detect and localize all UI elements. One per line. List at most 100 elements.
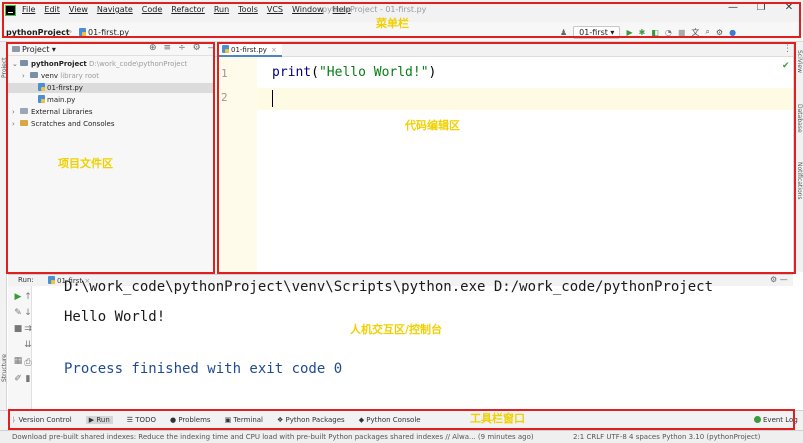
tool-tab-run[interactable]: ▶ Run (85, 416, 113, 424)
event-log-button[interactable]: Event Log (754, 416, 798, 424)
folder-icon (30, 72, 38, 78)
annotation-label-editor: 代码编辑区 (405, 119, 460, 132)
up-arrow-icon[interactable]: ↑ (22, 292, 34, 302)
collapse-all-icon[interactable]: ≡ (164, 43, 172, 53)
project-view-icon (12, 46, 20, 52)
scratches-icon (20, 120, 28, 126)
options-gear-icon[interactable]: ⚙ (193, 43, 201, 53)
console-output-line: Hello World! (64, 309, 166, 325)
trash-icon[interactable]: ▮ (22, 374, 34, 384)
menu-tools[interactable]: Tools (238, 5, 258, 14)
tool-tab-terminal[interactable]: ▣ Terminal (225, 416, 263, 424)
chevron-right-icon: › (12, 108, 15, 116)
editor-tab-01-first[interactable]: 01-first.py × (217, 42, 282, 57)
tool-tab-version-control[interactable]: ᚿ Version Control (12, 416, 72, 424)
maximize-button[interactable]: ❐ (747, 2, 775, 13)
tool-tab-python-console[interactable]: ◆ Python Console (359, 416, 421, 424)
database-tool-tab[interactable]: Database (796, 104, 803, 133)
line-number-gutter: 1 2 (215, 57, 257, 274)
scroll-to-end-icon[interactable]: ⇊ (22, 340, 34, 350)
tool-tab-problems[interactable]: ● Problems (170, 416, 211, 424)
vcs-user-icon[interactable]: ♟ (560, 28, 567, 37)
tree-item-project-root[interactable]: ⌄ pythonProject D:\work_code\pythonProjec… (8, 59, 214, 69)
menu-navigate[interactable]: Navigate (97, 5, 133, 14)
menu-vcs[interactable]: VCS (267, 5, 283, 14)
sciview-tool-tab[interactable]: SciView (796, 50, 803, 73)
stop-icon[interactable]: ■ (678, 28, 686, 37)
status-indicators[interactable]: 2:1 CRLF UTF-8 4 spaces Python 3.10 (pyt… (573, 433, 803, 441)
menu-refactor[interactable]: Refactor (171, 5, 205, 14)
run-console-panel: Run: 01-first × ⚙ — ▶ ↑ ✎ ↓ ■ ⇉ ⇊ ▦ ⎙ ✐ … (8, 274, 793, 411)
run-toolbar: ♟ 01-first ▾ ▶ ✱ ◧ ◔ ■ 文 ⌕ ⚙ ● (560, 25, 736, 39)
print-icon[interactable]: ⎙ (22, 358, 34, 368)
project-tool-tab[interactable]: Project (1, 57, 8, 78)
down-arrow-icon[interactable]: ↓ (22, 308, 34, 318)
console-command-line: D:\work_code\pythonProject\venv\Scripts\… (64, 279, 714, 295)
tool-tab-todo[interactable]: ☰ TODO (127, 416, 156, 424)
right-tool-strip: SciView Database Notifications (793, 42, 803, 272)
tree-item-scratches[interactable]: › Scratches and Consoles (8, 119, 214, 129)
expand-all-icon[interactable]: ÷ (178, 43, 186, 53)
menu-items: File Edit View Navigate Code Refactor Ru… (22, 5, 351, 14)
menu-file[interactable]: File (22, 5, 35, 14)
menu-run[interactable]: Run (214, 5, 229, 14)
editor-tab-bar: 01-first.py × ⋮ (215, 42, 793, 57)
code-line-1[interactable]: print("Hello World!") (272, 65, 436, 80)
tree-item-external-libraries[interactable]: › External Libraries (8, 107, 214, 117)
notifications-tool-tab[interactable]: Notifications (796, 162, 803, 200)
project-panel-header: Project ▾ ⊕ ≡ ÷ ⚙ — (8, 42, 217, 56)
settings-gear-icon[interactable]: ⚙ (716, 28, 723, 37)
text-caret (272, 90, 273, 107)
coverage-icon[interactable]: ◧ (651, 28, 659, 37)
pycharm-logo-icon (5, 5, 16, 16)
annotation-label-console: 人机交互区/控制台 (350, 323, 443, 336)
chevron-right-icon: › (22, 72, 25, 80)
folder-icon (20, 60, 28, 66)
breadcrumb-file[interactable]: 01-first.py (79, 28, 129, 37)
search-icon[interactable]: ⌕ (705, 27, 709, 37)
menu-view[interactable]: View (69, 5, 88, 14)
more-tabs-icon[interactable]: ⋮ (783, 44, 792, 54)
tree-item-venv[interactable]: › venv library root (8, 71, 214, 81)
profile-icon[interactable]: ◔ (665, 28, 672, 37)
library-icon (20, 108, 28, 114)
run-label: Run: (18, 276, 34, 284)
run-toolbar-vertical: ▶ ↑ ✎ ↓ ■ ⇉ ⇊ ▦ ⎙ ✐ ▮ (8, 286, 32, 411)
tree-item-01-first[interactable]: 01-first.py (8, 83, 214, 93)
python-file-icon (48, 276, 55, 284)
line-number: 2 (221, 91, 228, 104)
debug-icon[interactable]: ✱ (639, 28, 646, 37)
run-settings-gear-icon[interactable]: ⚙ — (770, 275, 788, 284)
menu-window[interactable]: Window (292, 5, 324, 14)
code-editor: 01-first.py × ⋮ 1 2 print("Hello World!")… (215, 42, 793, 274)
minimize-button[interactable]: — (719, 2, 747, 13)
translate-icon[interactable]: 文 (691, 27, 699, 38)
tool-tab-python-packages[interactable]: ❖ Python Packages (277, 416, 345, 424)
python-file-icon (79, 28, 86, 36)
python-file-icon (222, 45, 229, 53)
python-file-icon (38, 83, 45, 91)
status-message[interactable]: Download pre-built shared indexes: Reduc… (12, 433, 572, 441)
breadcrumb-project[interactable]: pythonProject (6, 28, 70, 37)
window-title: pythonProject - 01-first.py (322, 5, 427, 14)
event-log-icon (754, 416, 761, 423)
tree-item-main[interactable]: main.py (8, 95, 214, 105)
locate-icon[interactable]: ⊕ (149, 43, 157, 53)
status-bar: Download pre-built shared indexes: Reduc… (0, 430, 803, 443)
run-icon[interactable]: ▶ (626, 28, 632, 37)
project-view-select[interactable]: Project ▾ (22, 45, 56, 54)
menu-code[interactable]: Code (142, 5, 162, 14)
plugin-icon[interactable]: ● (729, 28, 736, 37)
tab-close-icon[interactable]: × (271, 46, 277, 54)
close-button[interactable]: ✕ (775, 2, 803, 13)
chevron-down-icon: ⌄ (12, 60, 18, 68)
structure-tool-tab[interactable]: Structure (1, 354, 8, 382)
inspection-ok-icon[interactable]: ✔ (782, 61, 790, 71)
menu-edit[interactable]: Edit (44, 5, 60, 14)
current-line-highlight (257, 88, 793, 110)
annotation-label-menubar: 菜单栏 (376, 17, 409, 30)
soft-wrap-icon[interactable]: ⇉ (22, 324, 34, 334)
annotation-label-project: 项目文件区 (58, 157, 113, 170)
run-configuration-select[interactable]: 01-first ▾ (573, 25, 621, 39)
python-file-icon (38, 95, 45, 103)
